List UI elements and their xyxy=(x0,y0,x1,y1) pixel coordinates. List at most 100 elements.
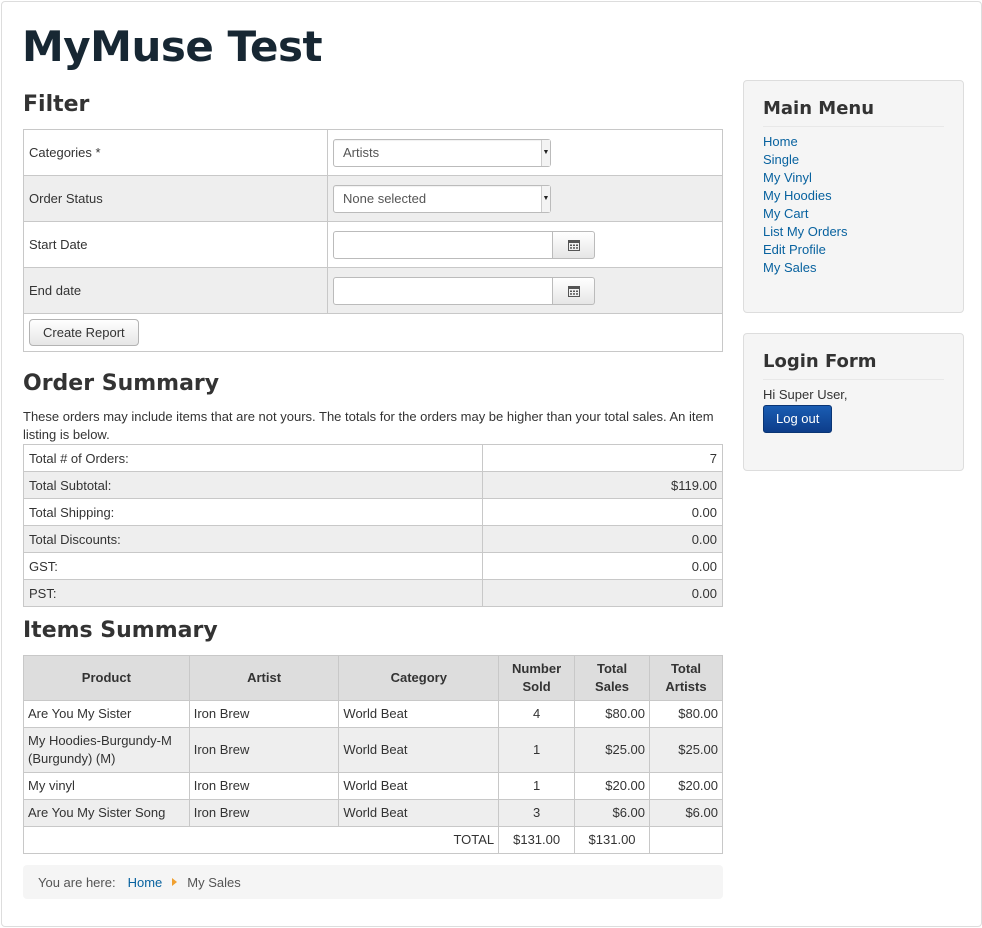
calendar-icon xyxy=(567,239,580,251)
end-date-picker xyxy=(333,276,717,305)
menu-link-list-my-orders[interactable]: List My Orders xyxy=(763,224,848,239)
main-menu-list: Home Single My Vinyl My Hoodies My Cart List … xyxy=(763,133,944,277)
menu-link-edit-profile[interactable]: Edit Profile xyxy=(763,242,826,257)
column-header-category: Category xyxy=(338,655,500,701)
start-date-label: Start Date xyxy=(23,221,328,268)
end-date-input[interactable] xyxy=(333,276,553,305)
order-summary-value: 0.00 xyxy=(482,498,723,526)
menu-item: My Vinyl xyxy=(763,169,944,187)
order-summary-row: Total Discounts: 0.00 xyxy=(23,525,723,553)
order-status-select[interactable]: None selected ▼ xyxy=(333,184,551,213)
login-form-heading: Login Form xyxy=(763,349,944,380)
breadcrumb-current: My Sales xyxy=(187,874,241,890)
categories-select-value: Artists xyxy=(343,144,380,160)
order-summary-label: Total # of Orders: xyxy=(23,444,483,472)
order-status-label: Order Status xyxy=(23,175,328,222)
menu-item: My Hoodies xyxy=(763,187,944,205)
order-summary-table: Total # of Orders: 7 Total Subtotal: $119.0… xyxy=(23,444,723,607)
menu-link-single[interactable]: Single xyxy=(763,152,799,167)
order-summary-label: Total Discounts: xyxy=(23,525,483,553)
items-summary-heading: Items Summary xyxy=(23,618,218,643)
main-menu-heading: Main Menu xyxy=(763,96,944,127)
cell-artist: Iron Brew xyxy=(188,700,340,728)
order-summary-value: 0.00 xyxy=(482,525,723,553)
menu-link-my-hoodies[interactable]: My Hoodies xyxy=(763,188,832,203)
menu-item: Single xyxy=(763,151,944,169)
menu-item: My Cart xyxy=(763,205,944,223)
menu-link-my-cart[interactable]: My Cart xyxy=(763,206,809,221)
cell-category: World Beat xyxy=(338,772,500,800)
order-summary-value: 7 xyxy=(482,444,723,472)
cell-artist: Iron Brew xyxy=(188,727,340,773)
cell-total-sales: $6.00 xyxy=(574,799,651,827)
order-summary-value: $119.00 xyxy=(482,471,723,499)
order-status-select-value: None selected xyxy=(343,190,427,206)
order-summary-row: PST: 0.00 xyxy=(23,579,723,607)
order-summary-heading: Order Summary xyxy=(23,371,220,396)
order-summary-row: Total Shipping: 0.00 xyxy=(23,498,723,526)
filter-row-submit: Create Report xyxy=(23,313,723,352)
order-summary-row: Total # of Orders: 7 xyxy=(23,444,723,472)
menu-item: List My Orders xyxy=(763,223,944,241)
filter-heading: Filter xyxy=(23,92,90,117)
breadcrumb-home-link[interactable]: Home xyxy=(128,875,163,890)
categories-cell: Artists ▼ xyxy=(327,129,723,176)
cell-total-artists: $80.00 xyxy=(649,700,723,728)
table-row: Are You My Sister Song Iron Brew World Bea… xyxy=(23,799,723,827)
menu-item: Home xyxy=(763,133,944,151)
start-date-picker xyxy=(333,230,717,259)
column-header-artist: Artist xyxy=(188,655,340,701)
order-summary-label: GST: xyxy=(23,552,483,580)
chevron-down-icon: ▼ xyxy=(541,185,550,212)
login-form-module: Login Form Hi Super User, Log out xyxy=(743,333,964,471)
order-summary-row: Total Subtotal: $119.00 xyxy=(23,471,723,499)
menu-link-my-vinyl[interactable]: My Vinyl xyxy=(763,170,812,185)
start-date-input[interactable] xyxy=(333,230,553,259)
table-row: My vinyl Iron Brew World Beat 1 $20.00 $20.00 xyxy=(23,772,723,800)
order-summary-row: GST: 0.00 xyxy=(23,552,723,580)
menu-link-my-sales[interactable]: My Sales xyxy=(763,260,816,275)
column-header-product: Product xyxy=(23,655,190,701)
menu-item: My Sales xyxy=(763,259,944,277)
breadcrumb: You are here: Home My Sales xyxy=(23,865,723,899)
start-date-cell xyxy=(327,221,723,268)
page-container: MyMuse Test Filter Categories * Artists … xyxy=(1,1,982,927)
cell-category: World Beat xyxy=(338,727,500,773)
cell-product: Are You My Sister Song xyxy=(23,799,190,827)
cell-total-sales: $20.00 xyxy=(574,772,651,800)
cell-total-artists: $6.00 xyxy=(649,799,723,827)
total-artists xyxy=(649,826,723,854)
end-date-label: End date xyxy=(23,267,328,314)
start-date-calendar-button[interactable] xyxy=(553,230,595,259)
cell-category: World Beat xyxy=(338,700,500,728)
end-date-cell xyxy=(327,267,723,314)
cell-number-sold: 4 xyxy=(498,700,576,728)
site-title[interactable]: MyMuse Test xyxy=(22,22,323,72)
order-status-cell: None selected ▼ xyxy=(327,175,723,222)
column-header-total-artists: Total Artists xyxy=(649,655,723,701)
cell-total-artists: $25.00 xyxy=(649,727,723,773)
cell-number-sold: 3 xyxy=(498,799,576,827)
categories-label: Categories * xyxy=(23,129,328,176)
cell-total-sales: $25.00 xyxy=(574,727,651,773)
main-content: Filter Categories * Artists ▼ Order Stat… xyxy=(22,90,723,854)
order-summary-label: PST: xyxy=(23,579,483,607)
cell-number-sold: 1 xyxy=(498,772,576,800)
cell-total-sales: $80.00 xyxy=(574,700,651,728)
filter-table: Categories * Artists ▼ Order Status None… xyxy=(23,129,723,352)
filter-row-order-status: Order Status None selected ▼ xyxy=(23,175,723,222)
items-summary-table: Product Artist Category Number Sold Tota… xyxy=(22,655,723,854)
logout-button[interactable]: Log out xyxy=(763,405,833,433)
menu-link-home[interactable]: Home xyxy=(763,134,798,149)
cell-number-sold: 1 xyxy=(498,727,576,773)
create-report-button[interactable]: Create Report xyxy=(29,319,139,346)
categories-select[interactable]: Artists ▼ xyxy=(333,138,551,167)
filter-row-start-date: Start Date xyxy=(23,221,723,268)
end-date-calendar-button[interactable] xyxy=(553,276,595,305)
total-sold: $131.00 xyxy=(498,826,576,854)
order-summary-value: 0.00 xyxy=(482,552,723,580)
cell-product: My vinyl xyxy=(23,772,190,800)
cell-artist: Iron Brew xyxy=(188,772,340,800)
filter-row-end-date: End date xyxy=(23,267,723,314)
total-label: TOTAL xyxy=(22,826,500,854)
